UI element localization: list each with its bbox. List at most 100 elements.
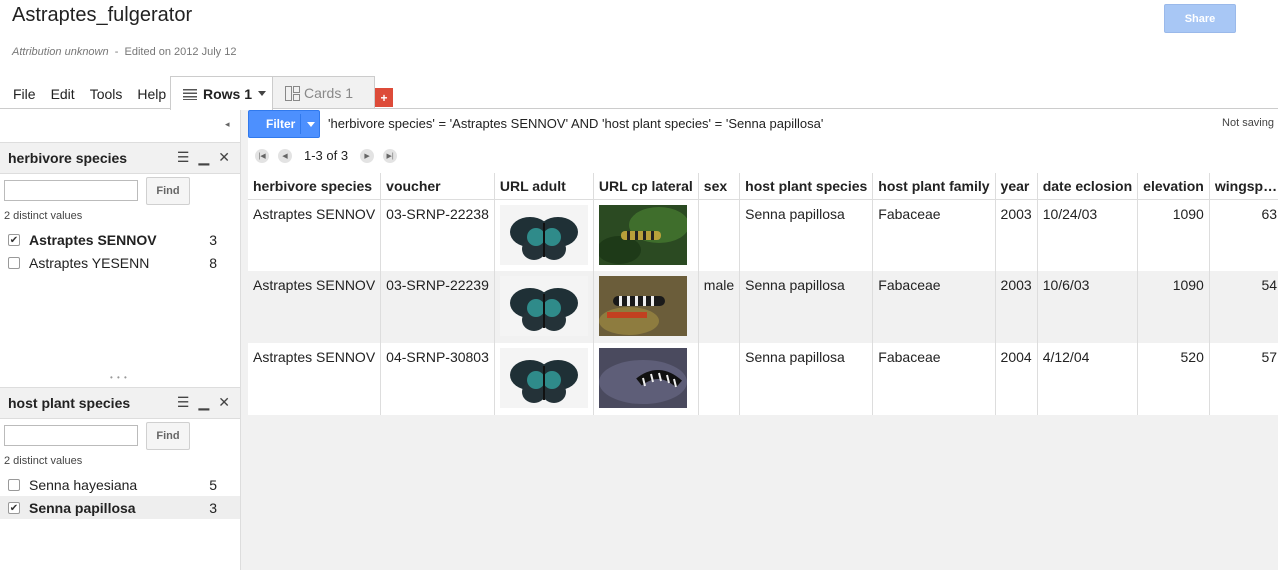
checkbox-checked[interactable]: ✔ bbox=[8, 501, 20, 514]
close-icon[interactable]: ✕ bbox=[218, 394, 230, 411]
column-header[interactable]: date eclosion bbox=[1037, 173, 1139, 200]
rows-table: herbivore species voucher URL adult URL … bbox=[248, 173, 1278, 415]
panel-splitter[interactable] bbox=[240, 109, 248, 570]
column-header[interactable]: URL cp lateral bbox=[593, 173, 699, 200]
adult-butterfly-image[interactable] bbox=[499, 348, 588, 408]
share-button[interactable]: Share bbox=[1164, 4, 1236, 33]
chevron-down-icon[interactable] bbox=[258, 91, 267, 96]
cards-icon bbox=[285, 85, 300, 101]
adult-butterfly-image[interactable] bbox=[499, 204, 588, 265]
cell-date-eclosion: 10/6/03 bbox=[1037, 271, 1139, 343]
filter-value-row[interactable]: ✔ Astraptes SENNOV 3 bbox=[0, 228, 240, 251]
column-header[interactable]: year bbox=[995, 173, 1038, 200]
chevron-down-icon[interactable] bbox=[307, 122, 315, 127]
menu-icon[interactable]: ☰ bbox=[177, 394, 190, 411]
tab-rows[interactable]: Rows 1 bbox=[170, 76, 273, 110]
filter-resize-handle[interactable]: • • • bbox=[110, 373, 128, 382]
menu-file[interactable]: File bbox=[13, 86, 36, 102]
cell-voucher: 03-SRNP-22239 bbox=[380, 271, 495, 343]
cell-wingspan: 63 bbox=[1209, 199, 1278, 271]
filter-value-count: 3 bbox=[209, 499, 217, 516]
filter-host-plant-header: host plant species ☰ ▁ ✕ bbox=[0, 387, 240, 419]
filter-herbivore-header: herbivore species ☰ ▁ ✕ bbox=[0, 142, 240, 174]
first-page-icon[interactable]: |◀ bbox=[255, 148, 269, 163]
cell-url-adult bbox=[494, 199, 594, 271]
cell-date-eclosion: 10/24/03 bbox=[1037, 199, 1139, 271]
menu-help[interactable]: Help bbox=[137, 86, 166, 102]
next-page-icon[interactable]: ▶ bbox=[360, 148, 375, 163]
filter-button[interactable]: Filter bbox=[248, 110, 320, 138]
column-header[interactable]: herbivore species bbox=[248, 173, 382, 200]
pager-text: 1-3 of 3 bbox=[304, 148, 349, 163]
filter-host-plant-search-input[interactable] bbox=[4, 425, 138, 446]
caterpillar-image[interactable] bbox=[598, 204, 687, 265]
cell-voucher: 04-SRNP-30803 bbox=[380, 343, 495, 415]
cell-host-plant-family: Fabaceae bbox=[872, 199, 996, 271]
table-row[interactable]: Astraptes SENNOV 03-SRNP-22239 male Senn… bbox=[248, 271, 1278, 343]
column-header[interactable]: wingsp… bbox=[1209, 173, 1278, 200]
cell-herbivore-species: Astraptes SENNOV bbox=[248, 199, 382, 271]
close-icon[interactable]: ✕ bbox=[218, 149, 230, 166]
cell-url-cp-lateral bbox=[593, 271, 699, 343]
cell-herbivore-species: Astraptes SENNOV bbox=[248, 271, 382, 343]
filter-value-row[interactable]: Astraptes YESENN 8 bbox=[0, 251, 240, 274]
column-header[interactable]: elevation bbox=[1137, 173, 1210, 200]
column-header[interactable]: sex bbox=[698, 173, 741, 200]
column-header[interactable]: host plant species bbox=[739, 173, 874, 200]
filter-value-label: Astraptes SENNOV bbox=[29, 231, 157, 248]
prev-page-icon[interactable]: ◀ bbox=[278, 148, 292, 163]
filter-herbivore-search-input[interactable] bbox=[4, 180, 138, 201]
filter-herbivore-title: herbivore species bbox=[8, 150, 128, 166]
filter-herbivore-find-button[interactable]: Find bbox=[146, 177, 190, 205]
filter-value-count: 5 bbox=[209, 476, 217, 493]
table-header-row: herbivore species voucher URL adult URL … bbox=[248, 173, 1278, 200]
minimize-icon[interactable]: ▁ bbox=[198, 394, 209, 411]
document-title[interactable]: Astraptes_fulgerator bbox=[12, 4, 192, 27]
column-header[interactable]: voucher bbox=[380, 173, 495, 200]
column-header[interactable]: URL adult bbox=[494, 173, 594, 200]
collapse-panel-icon[interactable]: ◂ bbox=[225, 119, 230, 130]
menu-tools[interactable]: Tools bbox=[90, 86, 123, 102]
checkbox[interactable] bbox=[8, 256, 20, 269]
attribution-line: Attribution unknown - Edited on 2012 Jul… bbox=[12, 46, 237, 58]
cell-url-adult bbox=[494, 271, 594, 343]
filter-host-plant-title: host plant species bbox=[8, 395, 131, 411]
filter-value-count: 8 bbox=[209, 254, 217, 271]
table-row[interactable]: Astraptes SENNOV 04-SRNP-30803 Senna pap… bbox=[248, 343, 1278, 415]
caterpillar-image[interactable] bbox=[598, 276, 687, 336]
last-page-icon[interactable]: ▶| bbox=[383, 148, 398, 163]
cell-url-cp-lateral bbox=[593, 343, 699, 415]
pager: |◀ ◀ 1-3 of 3 ▶ ▶| bbox=[255, 148, 406, 163]
cell-host-plant-species: Senna papillosa bbox=[739, 199, 874, 271]
tab-cards[interactable]: Cards 1 bbox=[272, 76, 375, 109]
cell-year: 2003 bbox=[995, 271, 1038, 343]
column-header[interactable]: host plant family bbox=[872, 173, 996, 200]
checkbox[interactable] bbox=[8, 478, 20, 491]
save-status: Not saving bbox=[1222, 117, 1274, 129]
cell-sex: male bbox=[698, 271, 741, 343]
filter-value-label: Senna papillosa bbox=[29, 499, 136, 516]
tab-rows-label: Rows 1 bbox=[203, 85, 253, 102]
cell-url-adult bbox=[494, 343, 594, 415]
filter-value-row[interactable]: Senna hayesiana 5 bbox=[0, 473, 240, 496]
add-tab-button[interactable]: + bbox=[375, 88, 393, 107]
cell-herbivore-species: Astraptes SENNOV bbox=[248, 343, 382, 415]
data-grid: herbivore species voucher URL adult URL … bbox=[248, 173, 1278, 570]
menu-icon[interactable]: ☰ bbox=[177, 149, 190, 166]
filter-host-plant-find-button[interactable]: Find bbox=[146, 422, 190, 450]
filter-query: 'herbivore species' = 'Astraptes SENNOV'… bbox=[328, 116, 824, 131]
filter-value-row[interactable]: ✔ Senna papillosa 3 bbox=[0, 496, 240, 519]
filter-button-label: Filter bbox=[266, 117, 296, 131]
cell-elevation: 1090 bbox=[1137, 199, 1210, 271]
minimize-icon[interactable]: ▁ bbox=[198, 149, 209, 166]
cell-sex bbox=[698, 199, 741, 271]
checkbox-checked[interactable]: ✔ bbox=[8, 233, 20, 246]
cell-date-eclosion: 4/12/04 bbox=[1037, 343, 1139, 415]
attribution-text: Attribution unknown bbox=[12, 46, 109, 58]
menu-edit[interactable]: Edit bbox=[51, 86, 75, 102]
adult-butterfly-image[interactable] bbox=[499, 276, 588, 336]
cell-url-cp-lateral bbox=[593, 199, 699, 271]
caterpillar-image[interactable] bbox=[598, 348, 687, 408]
cell-host-plant-family: Fabaceae bbox=[872, 271, 996, 343]
table-row[interactable]: Astraptes SENNOV 03-SRNP-22238 Senna pap… bbox=[248, 199, 1278, 271]
